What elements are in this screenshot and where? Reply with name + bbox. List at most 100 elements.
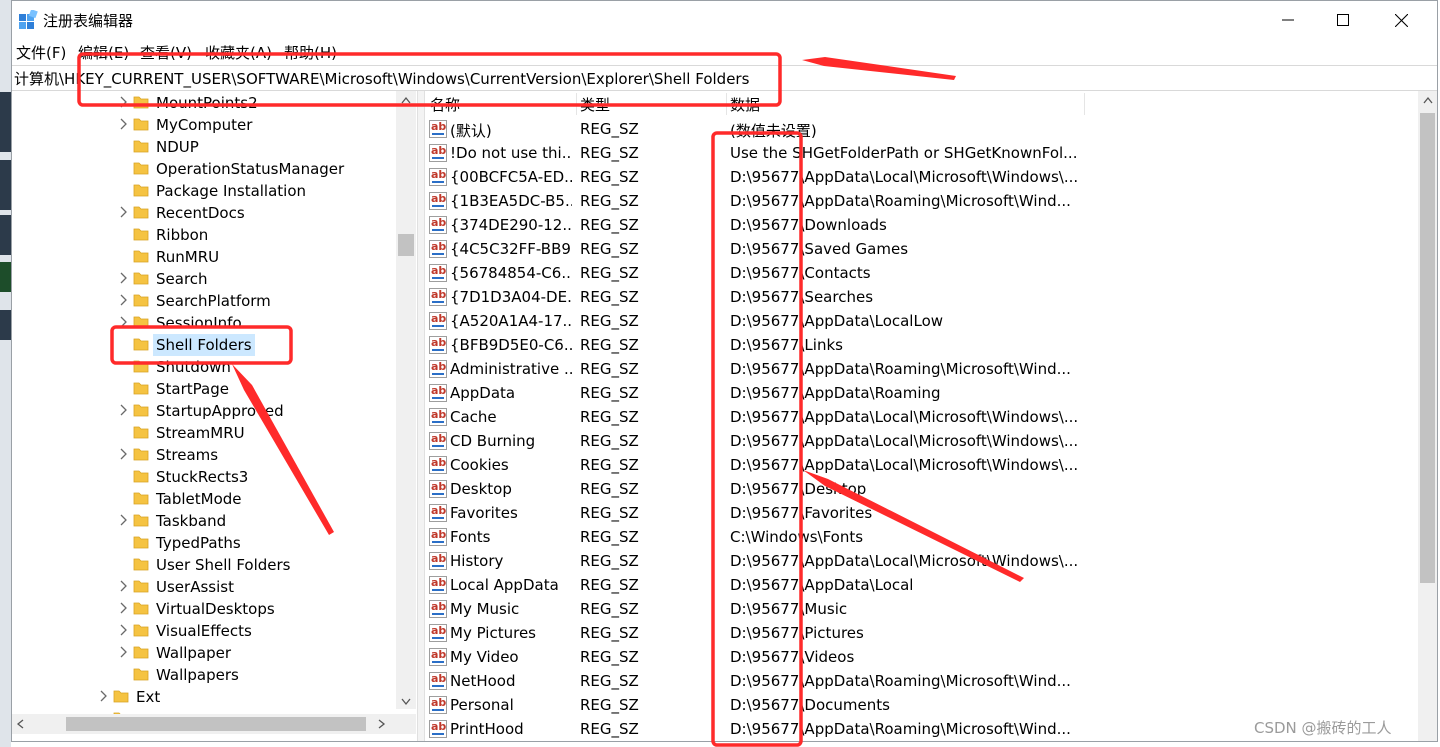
tree-item[interactable]: MyComputer [12,114,396,136]
column-header-data[interactable]: 数据 [730,94,760,115]
chevron-right-icon[interactable] [118,403,128,417]
maximize-button[interactable] [1314,1,1372,39]
list-row[interactable]: ab {00BCFC5A-ED... REG_SZ D:\95677\AppData\… [424,166,1414,190]
chevron-right-icon[interactable] [98,689,108,703]
list-row[interactable]: ab NetHood REG_SZ D:\95677\AppData\Roaming\… [424,670,1414,694]
tree-item[interactable]: Wallpapers [12,664,396,686]
list-row[interactable]: ab Favorites REG_SZ D:\95677\Favorites [424,502,1414,526]
list-row[interactable]: ab Fonts REG_SZ C:\Windows\Fonts [424,526,1414,550]
chevron-right-icon[interactable] [118,645,128,659]
list-row[interactable]: ab (默认) REG_SZ (数值未设置) [424,118,1414,142]
list-row[interactable]: ab Administrative ... REG_SZ D:\95677\AppDa… [424,358,1414,382]
scroll-left-icon[interactable] [16,719,24,729]
list-row[interactable]: ab Cache REG_SZ D:\95677\AppData\Local\Micr… [424,406,1414,430]
chevron-right-icon[interactable] [118,95,128,109]
list-row[interactable]: ab AppData REG_SZ D:\95677\AppData\Roaming [424,382,1414,406]
menu-help[interactable]: 帮助(H) [284,42,337,63]
tree-item[interactable]: StuckRects3 [12,466,396,488]
tree-item[interactable]: RecentDocs [12,202,396,224]
tree-item-label: NDUP [156,138,199,156]
list-row[interactable]: ab Desktop REG_SZ D:\95677\Desktop [424,478,1414,502]
address-path[interactable]: 计算机\HKEY_CURRENT_USER\SOFTWARE\Microsoft… [14,68,749,89]
list-row[interactable]: ab Local AppData REG_SZ D:\95677\AppData\Lo… [424,574,1414,598]
title-bar[interactable]: 注册表编辑器 [12,1,1437,39]
tree-item[interactable]: VirtualDesktops [12,598,396,620]
chevron-right-icon[interactable] [118,513,128,527]
menu-edit[interactable]: 编辑(E) [78,42,129,63]
list-row[interactable]: ab History REG_SZ D:\95677\AppData\Local\Mi… [424,550,1414,574]
list-row[interactable]: ab Cookies REG_SZ D:\95677\AppData\Local\Mi… [424,454,1414,478]
column-divider[interactable] [1084,93,1085,115]
tree-item[interactable]: Streams [12,444,396,466]
close-button[interactable] [1372,1,1430,39]
tree-item[interactable]: StreamMRU [12,422,396,444]
list-row[interactable]: ab {A520A1A4-17... REG_SZ D:\95677\AppData\… [424,310,1414,334]
menu-file[interactable]: 文件(F) [16,42,66,63]
scroll-right-icon[interactable] [378,719,386,729]
chevron-right-icon[interactable] [118,293,128,307]
list-row[interactable]: ab CD Burning REG_SZ D:\95677\AppData\Local… [424,430,1414,454]
list-row[interactable]: ab {4C5C32FF-BB9... REG_SZ D:\95677\Saved G… [424,238,1414,262]
chevron-right-icon[interactable] [118,579,128,593]
scroll-thumb[interactable] [1420,113,1435,583]
tree-item[interactable]: StartupApproved [12,400,396,422]
menu-view[interactable]: 查看(V) [140,42,192,63]
tree-item[interactable]: Shutdown [12,356,396,378]
column-divider[interactable] [726,93,727,115]
tree-item[interactable]: SessionInfo [12,312,396,334]
list-row[interactable]: ab Personal REG_SZ D:\95677\Documents [424,694,1414,718]
chevron-right-icon[interactable] [118,271,128,285]
tree-item[interactable]: NDUP [12,136,396,158]
chevron-right-icon[interactable] [118,601,128,615]
tree-item[interactable]: Wallpaper [12,642,396,664]
tree-item[interactable]: Search [12,268,396,290]
tree-item[interactable]: SearchPlatform [12,290,396,312]
list-row[interactable]: ab !Do not use thi... REG_SZ Use the SHGetF… [424,142,1414,166]
tree-item[interactable]: Ribbon [12,224,396,246]
tree-item[interactable]: Package Installation [12,180,396,202]
column-header-type[interactable]: 类型 [580,94,610,115]
scroll-down-icon[interactable] [401,698,411,706]
tree-item[interactable]: Taskband [12,510,396,532]
list-row[interactable]: ab {7D1D3A04-DE... REG_SZ D:\95677\Searches [424,286,1414,310]
list-row[interactable]: ab My Pictures REG_SZ D:\95677\Pictures [424,622,1414,646]
scroll-thumb[interactable] [66,717,366,731]
list-row[interactable]: ab {1B3EA5DC-B5... REG_SZ D:\95677\AppData\… [424,190,1414,214]
list-row[interactable]: ab My Music REG_SZ D:\95677\Music [424,598,1414,622]
chevron-right-icon[interactable] [118,205,128,219]
tree-item[interactable]: VisualEffects [12,620,396,642]
string-value-icon: ab [429,672,447,690]
tree-horizontal-scrollbar[interactable] [12,714,416,734]
tree-item[interactable]: MountPoints2 [12,92,396,114]
scroll-up-icon[interactable] [401,96,411,104]
tree-item[interactable]: UserAssist [12,576,396,598]
registry-tree[interactable]: MountPoints2 MyComputer NDUP OperationStatu… [12,91,416,741]
list-row[interactable]: ab My Video REG_SZ D:\95677\Videos [424,646,1414,670]
scroll-thumb[interactable] [398,234,414,256]
chevron-right-icon[interactable] [118,447,128,461]
tree-vertical-scrollbar[interactable] [396,91,416,709]
tree-item[interactable]: Shell Folders [12,334,396,356]
address-bar[interactable]: 计算机\HKEY_CURRENT_USER\SOFTWARE\Microsoft… [12,65,1437,91]
tree-item[interactable]: TabletMode [12,488,396,510]
column-header-name[interactable]: 名称 [430,94,460,115]
tree-item[interactable]: StartPage [12,378,396,400]
column-divider[interactable] [576,93,577,115]
tree-item-ext[interactable]: Ext [12,686,396,708]
menu-favorites[interactable]: 收藏夹(A) [205,42,272,63]
chevron-right-icon[interactable] [118,117,128,131]
chevron-right-icon[interactable] [118,623,128,637]
tree-item[interactable]: RunMRU [12,246,396,268]
list-row[interactable]: ab {56784854-C6... REG_SZ D:\95677\Contacts [424,262,1414,286]
tree-item[interactable]: TypedPaths [12,532,396,554]
list-row[interactable]: ab {374DE290-12... REG_SZ D:\95677\Download… [424,214,1414,238]
list-vertical-scrollbar[interactable] [1418,91,1437,741]
values-list[interactable]: 名称 类型 数据 ab (默认) REG_SZ (数值未设置) ab !Do not us… [424,91,1437,741]
minimize-button[interactable] [1259,1,1317,39]
chevron-right-icon[interactable] [118,315,128,329]
tree-item[interactable]: User Shell Folders [12,554,396,576]
scroll-up-icon[interactable] [1423,96,1433,104]
list-row[interactable]: ab {BFB9D5E0-C6... REG_SZ D:\95677\Links [424,334,1414,358]
tree-item[interactable]: OperationStatusManager [12,158,396,180]
desktop-wallpaper-fragment [0,92,11,152]
